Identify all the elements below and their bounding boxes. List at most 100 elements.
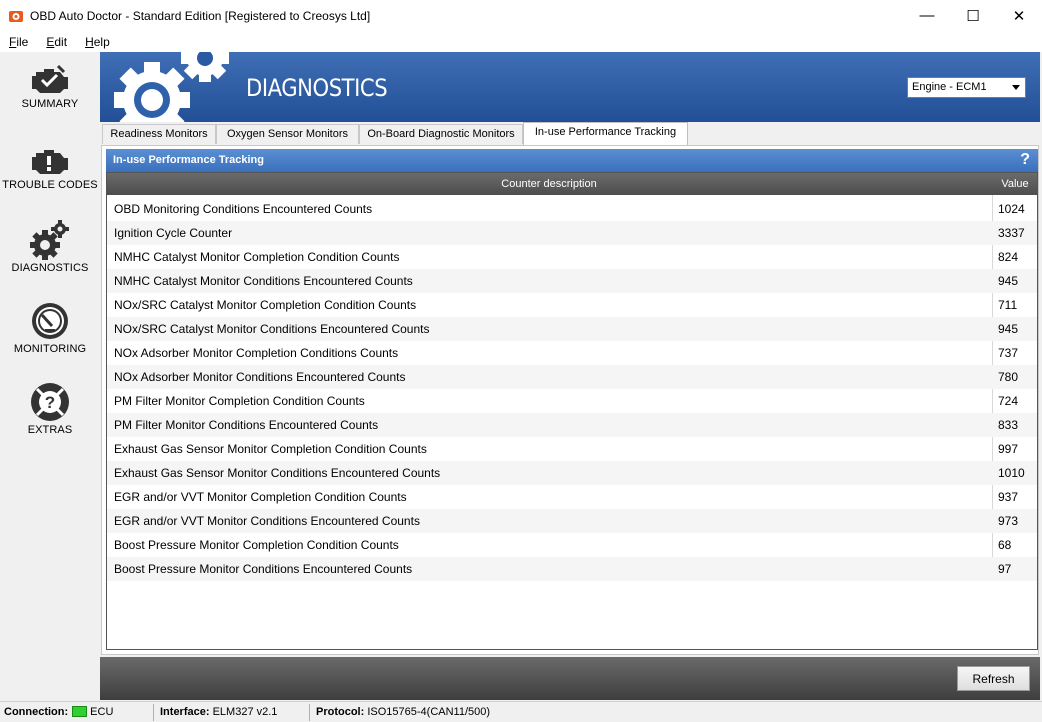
chevron-down-icon [1012,85,1020,90]
help-icon[interactable]: ? [1020,151,1030,169]
table-row[interactable]: PM Filter Monitor Conditions Encountered… [107,413,1037,437]
sidebar-label-summary: SUMMARY [21,98,79,110]
engine-check-icon [32,64,68,93]
status-interface-value: ELM327 v2.1 [212,706,278,718]
counter-description: NOx/SRC Catalyst Monitor Completion Cond… [114,298,417,312]
engine-warning-icon [32,150,68,174]
page-title: DIAGNOSTICS [246,74,388,102]
counter-value: 724 [998,394,1019,408]
status-interface-label: Interface: [160,706,210,718]
table-row[interactable]: EGR and/or VVT Monitor Completion Condit… [107,485,1037,509]
table-row[interactable]: Boost Pressure Monitor Completion Condit… [107,533,1037,557]
counter-description: OBD Monitoring Conditions Encountered Co… [114,202,373,216]
minimize-button[interactable]: — [904,0,950,31]
counter-value: 711 [998,298,1018,312]
counter-description: EGR and/or VVT Monitor Conditions Encoun… [114,514,420,528]
counter-description: NOx Adsorber Monitor Conditions Encounte… [114,370,406,384]
counter-description: PM Filter Monitor Conditions Encountered… [114,418,379,432]
table-row[interactable]: OBD Monitoring Conditions Encountered Co… [107,197,1037,221]
app-logo-icon [9,10,23,22]
table-row[interactable]: Exhaust Gas Sensor Monitor Conditions En… [107,461,1037,485]
refresh-button[interactable]: Refresh [957,666,1030,691]
table-row[interactable]: NOx/SRC Catalyst Monitor Conditions Enco… [107,317,1037,341]
table-row[interactable]: NOx/SRC Catalyst Monitor Completion Cond… [107,293,1037,317]
tab-oxygen-sensor-monitors[interactable]: Oxygen Sensor Monitors [216,124,359,144]
status-protocol-value: ISO15765-4(CAN11/500) [367,706,491,718]
counter-value: 737 [998,346,1019,360]
status-interface: Interface: ELM327 v2.1 [160,706,277,718]
status-connection-label: Connection: [4,706,69,718]
table-row[interactable]: PM Filter Monitor Completion Condition C… [107,389,1037,413]
status-bar: Connection: ECU Interface: ELM327 v2.1 Pr… [0,701,1042,722]
gauge-icon [32,303,68,339]
tab-in-use-performance-tracking[interactable]: In-use Performance Tracking [523,122,688,145]
counter-value: 68 [998,538,1012,552]
table-body: OBD Monitoring Conditions Encountered Co… [107,195,1037,581]
status-divider [153,704,154,721]
content-panel: In-use Performance Tracking ? Counter de… [101,145,1039,655]
counter-description: PM Filter Monitor Completion Condition C… [114,394,365,408]
counter-table: Counter description Value OBD Monitoring… [106,172,1038,650]
window-title: OBD Auto Doctor - Standard Edition [Regi… [30,8,371,23]
counter-value: 3337 [998,226,1025,240]
bottom-bar: Refresh [100,657,1040,700]
sidebar-label-trouble-codes: TROUBLE CODES [2,179,98,191]
status-protocol: Protocol: ISO15765-4(CAN11/500) [316,706,490,718]
sidebar-item-diagnostics[interactable]: DIAGNOSTICS [0,218,100,298]
counter-description: NOx Adsorber Monitor Completion Conditio… [114,346,399,360]
status-connection-value: ECU [90,706,114,718]
status-divider [309,704,310,721]
title-bar: OBD Auto Doctor - Standard Edition [Regi… [0,0,1042,31]
sidebar-label-diagnostics: DIAGNOSTICS [11,262,89,274]
sidebar-item-trouble-codes[interactable]: TROUBLE CODES [0,137,100,217]
tab-readiness-monitors[interactable]: Readiness Monitors [102,124,216,144]
counter-description: Boost Pressure Monitor Completion Condit… [114,538,399,552]
table-row[interactable]: NOx Adsorber Monitor Completion Conditio… [107,341,1037,365]
counter-value: 945 [998,274,1019,288]
sidebar-item-monitoring[interactable]: MONITORING [0,299,100,379]
table-row[interactable]: NMHC Catalyst Monitor Completion Conditi… [107,245,1037,269]
tab-strip: Readiness Monitors Oxygen Sensor Monitor… [100,122,1040,145]
counter-description: Exhaust Gas Sensor Monitor Conditions En… [114,466,441,480]
ecu-select-value: Engine - ECM1 [912,81,987,93]
counter-value: 824 [998,250,1019,264]
sidebar-item-summary[interactable]: SUMMARY [0,56,100,136]
section-title: In-use Performance Tracking [113,154,264,166]
tab-on-board-diagnostic-monitors[interactable]: On-Board Diagnostic Monitors [359,124,523,144]
table-row[interactable]: EGR and/or VVT Monitor Conditions Encoun… [107,509,1037,533]
counter-value: 1024 [998,202,1025,216]
svg-text:?: ? [45,393,55,412]
sidebar: SUMMARY TROUBLE CODES DIAGNOSTICS MONITO… [0,52,100,702]
counter-value: 997 [998,442,1019,456]
connection-led-icon [72,706,88,717]
table-row[interactable]: Boost Pressure Monitor Conditions Encoun… [107,557,1037,581]
help-lifebuoy-icon: ? [31,383,69,421]
counter-description: Exhaust Gas Sensor Monitor Completion Co… [114,442,427,456]
counter-value: 973 [998,514,1019,528]
table-row[interactable]: NOx Adsorber Monitor Conditions Encounte… [107,365,1037,389]
sidebar-item-extras[interactable]: ? EXTRAS [0,380,100,460]
counter-value: 937 [998,490,1019,504]
column-header-value[interactable]: Value [992,178,1037,190]
counter-description: NMHC Catalyst Monitor Conditions Encount… [114,274,413,288]
menu-bar: File Edit Help [0,31,1042,52]
status-connection: Connection: ECU [4,706,113,718]
menu-file[interactable]: File [0,35,37,49]
counter-value: 945 [998,322,1019,336]
menu-edit[interactable]: Edit [37,35,76,49]
counter-description: Boost Pressure Monitor Conditions Encoun… [114,562,413,576]
table-row[interactable]: Exhaust Gas Sensor Monitor Completion Co… [107,437,1037,461]
menu-help[interactable]: Help [76,35,119,49]
ecu-select[interactable]: Engine - ECM1 [907,77,1026,98]
gears-icon [30,220,69,260]
counter-value: 780 [998,370,1019,384]
table-row[interactable]: Ignition Cycle Counter 3337 [107,221,1037,245]
column-header-description[interactable]: Counter description [107,178,991,190]
counter-description: NOx/SRC Catalyst Monitor Conditions Enco… [114,322,430,336]
counter-value: 97 [998,562,1012,576]
table-row[interactable]: NMHC Catalyst Monitor Conditions Encount… [107,269,1037,293]
section-header: In-use Performance Tracking ? [106,149,1038,172]
close-button[interactable]: ✕ [996,0,1042,31]
counter-value: 1010 [998,466,1025,480]
maximize-button[interactable]: ☐ [950,0,996,31]
